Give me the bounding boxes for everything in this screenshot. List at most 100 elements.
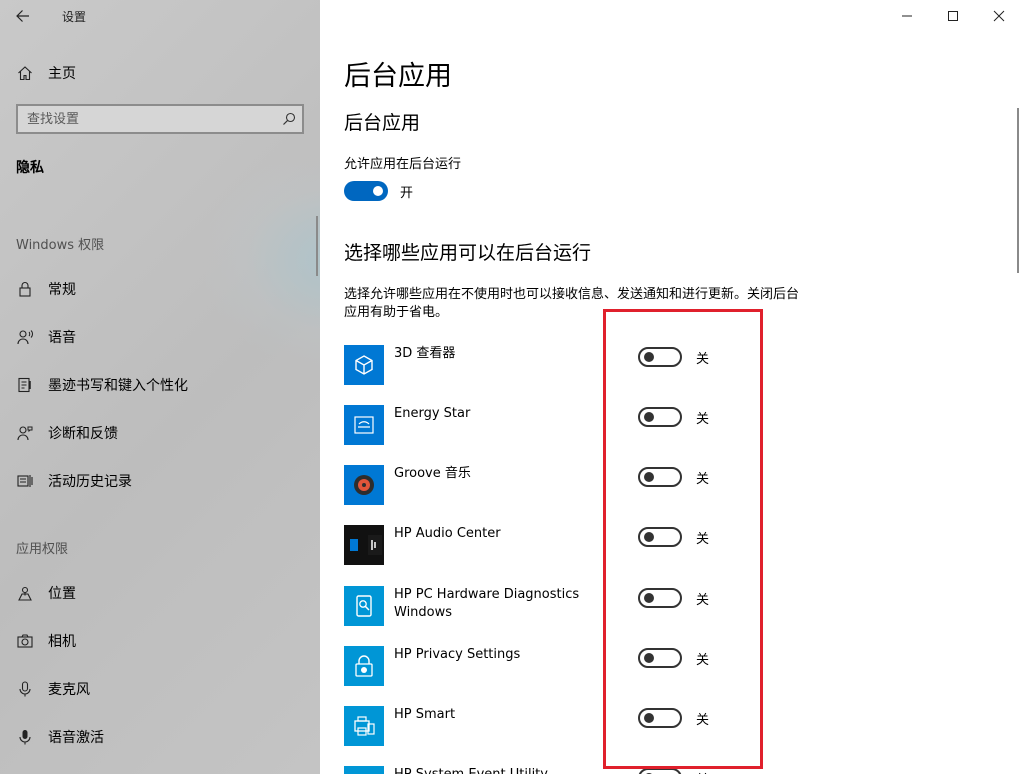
sidebar-item-camera[interactable]: 相机 bbox=[0, 621, 320, 661]
hp-event-utility-icon bbox=[344, 766, 384, 774]
app-toggle-group: 关 bbox=[638, 347, 709, 367]
sidebar-item-label: 语音激活 bbox=[48, 730, 104, 746]
3d-viewer-icon bbox=[344, 345, 384, 385]
microphone-icon bbox=[16, 680, 34, 698]
toggle-knob bbox=[644, 593, 654, 603]
app-row-hp-smart: HP Smart 关 bbox=[344, 706, 724, 746]
app-toggle-group: 关 bbox=[638, 527, 709, 547]
allow-background-toggle[interactable] bbox=[344, 181, 388, 201]
app-name: HP Audio Center bbox=[394, 526, 501, 541]
history-icon bbox=[16, 472, 34, 490]
allow-background-toggle-row: 开 bbox=[344, 181, 413, 201]
hp-privacy-icon bbox=[344, 646, 384, 686]
app-row-hp-privacy: HP Privacy Settings 关 bbox=[344, 646, 724, 686]
app-row-hp-audio-center: HP Audio Center 关 bbox=[344, 525, 724, 565]
section-heading-privacy: 隐私 bbox=[16, 160, 44, 176]
groove-music-icon bbox=[344, 465, 384, 505]
app-name: 3D 查看器 bbox=[394, 346, 456, 361]
search-input[interactable] bbox=[18, 111, 276, 127]
titlebar: 设置 bbox=[0, 0, 86, 32]
app-background-toggle[interactable] bbox=[638, 407, 682, 427]
sidebar: 设置 主页 隐私 Windows 权限 常规 语音 墨迹书写和键入个性化 bbox=[0, 0, 320, 774]
app-background-toggle[interactable] bbox=[638, 768, 682, 774]
app-name: HP Privacy Settings bbox=[394, 647, 521, 662]
ink-icon bbox=[16, 376, 34, 394]
app-row-hp-diagnostics: HP PC Hardware Diagnostics Windows 关 bbox=[344, 586, 724, 626]
feedback-icon bbox=[16, 424, 34, 442]
sidebar-item-label: 位置 bbox=[48, 586, 76, 602]
sidebar-item-inking[interactable]: 墨迹书写和键入个性化 bbox=[0, 365, 320, 405]
main-content: 后台应用 后台应用 允许应用在后台运行 开 选择哪些应用可以在后台运行 选择允许… bbox=[320, 0, 1022, 774]
sidebar-item-label: 麦克风 bbox=[48, 682, 90, 698]
hp-audio-center-icon bbox=[344, 525, 384, 565]
app-background-toggle[interactable] bbox=[638, 347, 682, 367]
home-icon bbox=[16, 64, 34, 82]
app-background-toggle[interactable] bbox=[638, 467, 682, 487]
sidebar-item-label: 诊断和反馈 bbox=[48, 426, 118, 442]
page-title: 后台应用 bbox=[344, 61, 452, 92]
toggle-state-label: 关 bbox=[696, 712, 710, 728]
toggle-state-label: 关 bbox=[696, 769, 709, 774]
app-row-3d-viewer: 3D 查看器 关 bbox=[344, 345, 724, 385]
toggle-state-label: 关 bbox=[696, 531, 710, 547]
sidebar-item-general[interactable]: 常规 bbox=[0, 269, 320, 309]
app-toggle-group: 关 bbox=[638, 708, 709, 728]
sidebar-item-speech[interactable]: 语音 bbox=[0, 317, 320, 357]
back-button[interactable] bbox=[0, 0, 46, 32]
toggle-state-label: 关 bbox=[696, 592, 710, 608]
app-background-toggle[interactable] bbox=[638, 527, 682, 547]
app-name: Energy Star bbox=[394, 406, 471, 421]
app-background-toggle[interactable] bbox=[638, 588, 682, 608]
app-toggle-group: 关 bbox=[638, 467, 709, 487]
toggle-state-label: 关 bbox=[696, 351, 710, 367]
home-label: 主页 bbox=[48, 66, 76, 82]
toggle-state-label: 开 bbox=[400, 185, 414, 201]
sidebar-scrollbar[interactable] bbox=[316, 216, 318, 276]
toggle-knob bbox=[373, 186, 383, 196]
app-background-toggle[interactable] bbox=[638, 708, 682, 728]
sidebar-item-microphone[interactable]: 麦克风 bbox=[0, 669, 320, 709]
toggle-state-label: 关 bbox=[696, 471, 710, 487]
main-scrollbar[interactable] bbox=[1017, 108, 1019, 273]
app-toggle-group: 关 bbox=[638, 407, 709, 427]
sidebar-item-diagnostics[interactable]: 诊断和反馈 bbox=[0, 413, 320, 453]
sidebar-item-activity-history[interactable]: 活动历史记录 bbox=[0, 461, 320, 501]
section-title-choose-apps: 选择哪些应用可以在后台运行 bbox=[344, 242, 592, 264]
sidebar-item-location[interactable]: 位置 bbox=[0, 573, 320, 613]
group-heading-windows-permissions: Windows 权限 bbox=[16, 238, 105, 253]
energy-star-icon bbox=[344, 405, 384, 445]
voice-activation-icon bbox=[16, 728, 34, 746]
app-row-energy-star: Energy Star 关 bbox=[344, 405, 724, 445]
app-name: HP PC Hardware Diagnostics Windows bbox=[394, 587, 580, 620]
hp-diagnostics-icon bbox=[344, 586, 384, 626]
toggle-knob bbox=[644, 713, 654, 723]
location-icon bbox=[16, 584, 34, 602]
section-description: 选择允许哪些应用在不使用时也可以接收信息、发送通知和进行更新。关闭后台应用有助于… bbox=[344, 287, 800, 320]
toggle-knob bbox=[644, 472, 654, 482]
sidebar-item-label: 语音 bbox=[48, 330, 76, 346]
search-icon[interactable] bbox=[276, 106, 302, 132]
search-box[interactable] bbox=[16, 104, 304, 134]
voice-icon bbox=[16, 328, 34, 346]
toggle-state-label: 关 bbox=[696, 411, 710, 427]
hp-smart-icon bbox=[344, 706, 384, 746]
back-arrow-icon bbox=[16, 10, 29, 22]
app-toggle-group: 关 bbox=[638, 768, 709, 774]
sidebar-item-voice-activation[interactable]: 语音激活 bbox=[0, 717, 320, 757]
sidebar-item-label: 墨迹书写和键入个性化 bbox=[48, 378, 188, 394]
toggle-knob bbox=[644, 352, 654, 362]
app-name: Groove 音乐 bbox=[394, 466, 471, 481]
window-title: 设置 bbox=[62, 9, 87, 24]
app-background-toggle[interactable] bbox=[638, 648, 682, 668]
camera-icon bbox=[16, 632, 34, 650]
toggle-knob bbox=[644, 412, 654, 422]
group-heading-app-permissions: 应用权限 bbox=[16, 542, 69, 557]
app-toggle-group: 关 bbox=[638, 588, 709, 608]
sidebar-item-home[interactable]: 主页 bbox=[0, 54, 320, 92]
lock-icon bbox=[16, 280, 34, 298]
toggle-knob bbox=[644, 653, 654, 663]
app-name: HP Smart bbox=[394, 707, 456, 722]
sidebar-item-label: 相机 bbox=[48, 634, 76, 650]
app-toggle-group: 关 bbox=[638, 648, 709, 668]
sidebar-item-label: 常规 bbox=[48, 282, 76, 298]
